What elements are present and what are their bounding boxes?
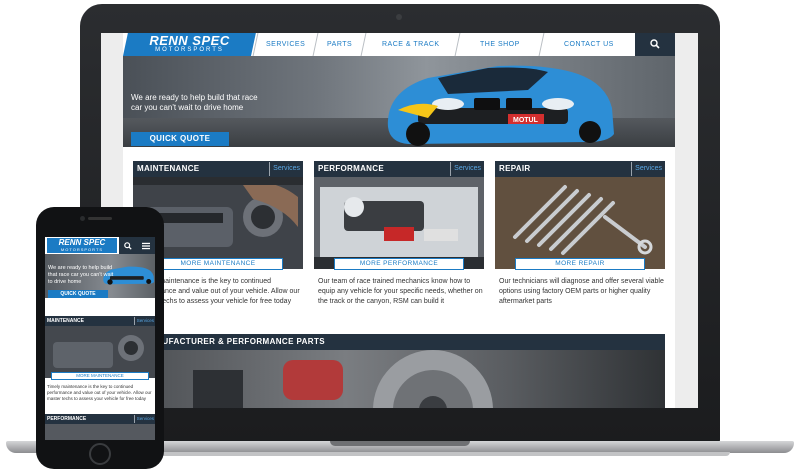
site-logo[interactable]: RENN SPEC MOTORSPORTS	[123, 33, 256, 56]
card-title: MAINTENANCE	[47, 318, 84, 324]
card-services-link[interactable]: Services	[133, 317, 154, 325]
card-title: PERFORMANCE	[47, 416, 87, 422]
more-repair-button[interactable]: MORE REPAIR	[515, 258, 645, 270]
search-icon	[650, 39, 660, 49]
engine-bay-image	[45, 326, 155, 378]
logo-sub-text: MOTORSPORTS	[60, 247, 104, 252]
nav-label: SERVICES	[265, 41, 306, 48]
card-description: Our technicians will diagnose and offer …	[499, 278, 664, 305]
mobile-nav-icons	[119, 237, 155, 254]
laptop-camera	[396, 14, 402, 20]
search-button[interactable]	[635, 33, 675, 56]
nav-label: RACE & TRACK	[381, 41, 440, 48]
card-header: PERFORMANCE Services	[314, 161, 484, 177]
card-description: Timely maintenance is the key to continu…	[47, 384, 152, 401]
svg-text:MOTUL: MOTUL	[513, 117, 539, 124]
card-performance: PERFORMANCE Services MORE PERFORMANCE Ou…	[314, 161, 484, 321]
phone-camera	[80, 216, 85, 221]
parts-section-header: MANUFACTURER & PERFORMANCE PARTS	[133, 334, 665, 350]
card-title: MAINTENANCE	[137, 164, 200, 173]
mobile-hero: We are ready to help build that race car…	[45, 254, 155, 298]
mobile-nav: RENN SPEC MOTORSPORTS	[45, 237, 155, 254]
mobile-logo[interactable]: RENN SPEC MOTORSPORTS	[47, 238, 117, 253]
logo-sub-text: MOTORSPORTS	[155, 47, 224, 53]
card-title: PERFORMANCE	[318, 164, 384, 173]
nav-menu: SERVICES PARTS RACE & TRACK THE SHOP CON…	[252, 33, 638, 56]
card-description: Our team of race trained mechanics know …	[318, 278, 483, 305]
more-maintenance-button[interactable]: MORE MAINTENANCE	[51, 372, 149, 380]
mobile-site: RENN SPEC MOTORSPORTS We are ready to he…	[45, 237, 155, 440]
mobile-card-header: MAINTENANCE Services	[45, 316, 155, 326]
desktop-site: RENN SPEC MOTORSPORTS SERVICES PARTS RAC…	[123, 33, 675, 408]
service-cards: MAINTENANCE Services MORE MAINTENANCE Ti…	[133, 161, 665, 321]
nav-label: THE SHOP	[479, 41, 520, 48]
more-performance-button[interactable]: MORE PERFORMANCE	[334, 258, 464, 270]
performance-engine-image	[45, 424, 155, 440]
top-nav: RENN SPEC MOTORSPORTS SERVICES PARTS RAC…	[123, 33, 675, 56]
laptop-foot	[70, 452, 730, 456]
mobile-card-header: PERFORMANCE Services	[45, 414, 155, 424]
wrenches-image	[495, 177, 665, 269]
card-services-link[interactable]: Services	[269, 162, 303, 176]
search-icon[interactable]	[124, 242, 132, 250]
race-car-image: MOTUL	[387, 65, 614, 146]
menu-icon[interactable]	[142, 242, 150, 250]
hero-headline: We are ready to help build that race car…	[131, 93, 258, 112]
nav-item-the-shop[interactable]: THE SHOP	[454, 33, 544, 56]
nav-item-race-track[interactable]: RACE & TRACK	[360, 33, 460, 56]
nav-label: PARTS	[326, 41, 353, 48]
performance-engine-image	[314, 177, 484, 269]
device-mockup-stage: RENN SPEC MOTORSPORTS SERVICES PARTS RAC…	[0, 0, 800, 473]
brake-parts-image	[133, 350, 665, 408]
phone-device: RENN SPEC MOTORSPORTS We are ready to he…	[36, 207, 164, 469]
quick-quote-button[interactable]: QUICK QUOTE	[48, 290, 108, 298]
card-services-link[interactable]: Services	[631, 162, 665, 176]
card-repair: REPAIR Services MORE REPAIR Our technici…	[495, 161, 665, 321]
laptop-screen: RENN SPEC MOTORSPORTS SERVICES PARTS RAC…	[101, 33, 698, 408]
nav-item-services[interactable]: SERVICES	[252, 33, 318, 56]
card-header: REPAIR Services	[495, 161, 665, 177]
nav-label: CONTACT US	[563, 41, 614, 48]
logo-main-text: RENN SPEC	[58, 238, 106, 247]
quick-quote-button[interactable]: QUICK QUOTE	[131, 132, 229, 146]
laptop-notch	[330, 441, 470, 446]
logo-main-text: RENN SPEC	[149, 33, 230, 48]
card-services-link[interactable]: Services	[450, 162, 484, 176]
phone-home-button[interactable]	[89, 443, 111, 465]
hero-headline: We are ready to help build that race car…	[48, 265, 114, 285]
nav-item-contact-us[interactable]: CONTACT US	[538, 33, 638, 56]
nav-item-parts[interactable]: PARTS	[312, 33, 366, 56]
phone-speaker	[88, 217, 112, 220]
card-header: MAINTENANCE Services	[133, 161, 303, 177]
more-maintenance-button[interactable]: MORE MAINTENANCE	[153, 258, 283, 270]
hero-banner: MOTUL We are ready to help build that ra…	[123, 56, 675, 147]
card-services-link[interactable]: Services	[133, 415, 154, 423]
card-title: REPAIR	[499, 164, 531, 173]
